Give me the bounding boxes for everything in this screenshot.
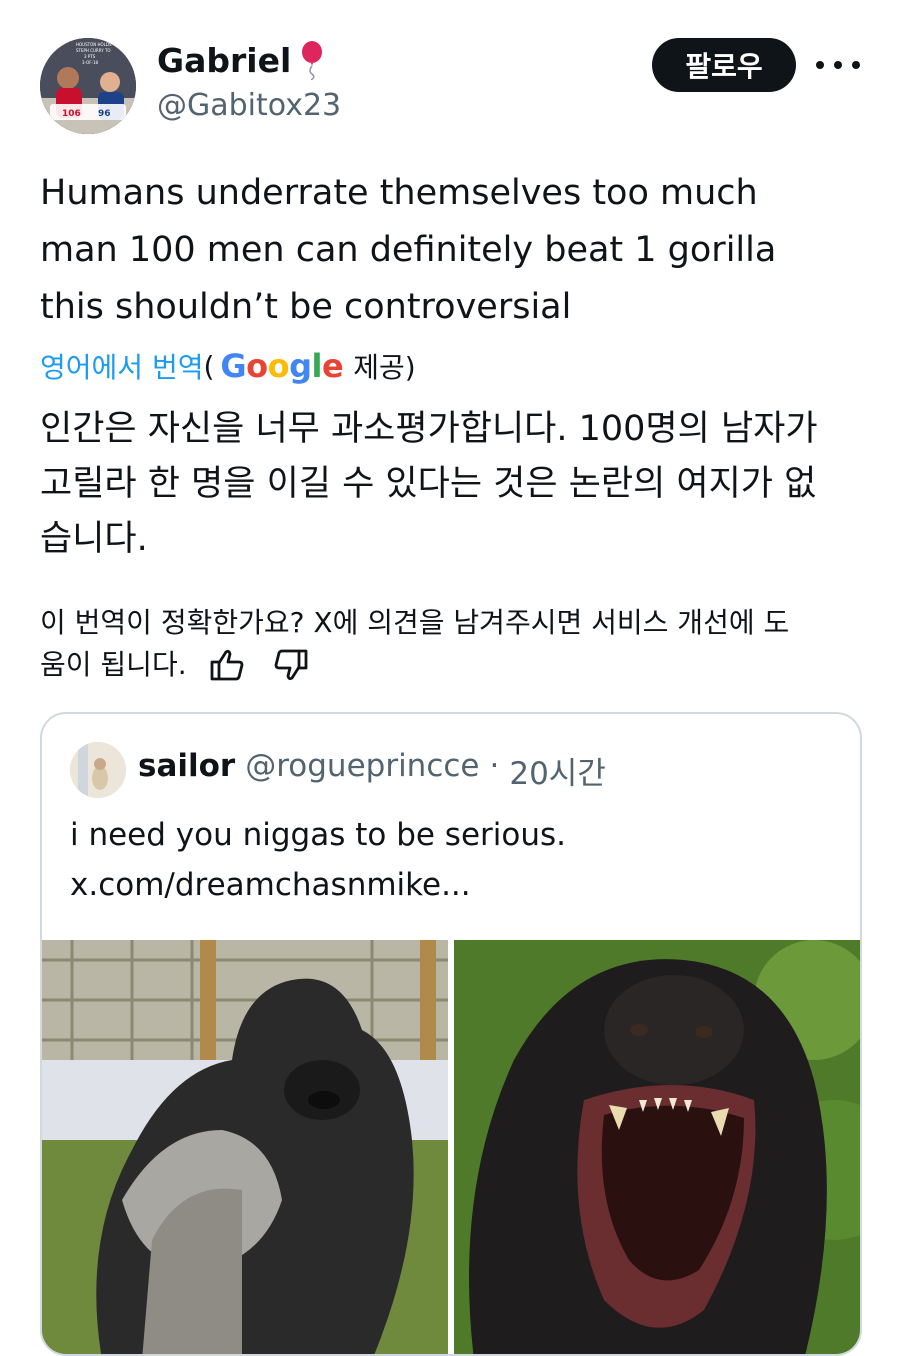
author-display-name[interactable]: Gabriel <box>157 41 291 80</box>
quoted-handle[interactable]: @rogueprincce <box>245 748 479 793</box>
translation-feedback: 이 번역이 정확한가요? X에 의견을 남겨주시면 서비스 개선에 도 움이 됩… <box>40 602 870 686</box>
avatar-score-right: 96 <box>98 109 111 119</box>
gorilla-standing-icon <box>42 940 448 1354</box>
tweet-text: Humans underrate themselves too much man… <box>40 165 860 336</box>
gorilla-standing-image[interactable] <box>42 940 448 1354</box>
balloon-icon <box>302 41 323 80</box>
translated-line: 습니다. <box>40 519 148 559</box>
tweet-line: this shouldn’t be controversial <box>40 287 572 327</box>
translated-text: 인간은 자신을 너무 과소평가합니다. 100명의 남자가 고릴라 한 명을 이… <box>40 402 870 567</box>
tweet-line: man 100 men can definitely beat 1 gorill… <box>40 230 777 270</box>
more-dot <box>834 61 842 69</box>
feedback-line: 이 번역이 정확한가요? X에 의견을 남겨주시면 서비스 개선에 도 <box>40 602 870 644</box>
translation-paren: ( <box>203 349 215 383</box>
quoted-line: i need you niggas to be serious. <box>70 817 566 853</box>
quoted-text: i need you niggas to be serious. x.com/d… <box>70 810 566 910</box>
translated-line: 인간은 자신을 너무 과소평가합니다. 100명의 남자가 <box>40 409 818 449</box>
quoted-display-name[interactable]: sailor <box>138 748 235 793</box>
feedback-text: 움이 됩니다. <box>40 648 187 681</box>
basketball-player-avatar-icon: 106 96 HOUSTON HOLDS STEPH CURRY TO 3 PT… <box>40 38 136 134</box>
avatar-score-left: 106 <box>62 109 81 119</box>
author-avatar[interactable]: 106 96 HOUSTON HOLDS STEPH CURRY TO 3 PT… <box>40 38 136 134</box>
translated-from-link[interactable]: 영어에서 번역 <box>40 346 203 386</box>
thumbs-down-icon[interactable] <box>273 648 309 682</box>
avatar-headline-3: 3 PTS <box>84 54 96 59</box>
gorilla-roaring-image[interactable] <box>454 940 860 1354</box>
more-horizontal-icon[interactable] <box>816 50 860 80</box>
avatar-headline-2: STEPH CURRY TO <box>76 48 111 53</box>
provided-by-label: 제공) <box>353 351 416 384</box>
quoted-header: sailor @rogueprincce · 20시간 <box>138 748 606 793</box>
quoted-line[interactable]: x.com/dreamchasnmike... <box>70 860 566 910</box>
sailor-avatar-icon <box>70 742 126 798</box>
separator-dot: · <box>489 748 500 784</box>
author-handle[interactable]: @Gabitox23 <box>157 88 341 123</box>
gorilla-roaring-icon <box>454 940 860 1354</box>
more-dot <box>852 61 860 69</box>
translation-source-row: 영어에서 번역 ( Google 제공) <box>40 346 416 386</box>
avatar-headline-1: HOUSTON HOLDS <box>76 42 112 47</box>
quoted-media <box>42 940 860 1354</box>
translated-line: 고릴라 한 명을 이길 수 있다는 것은 논란의 여지가 없 <box>40 464 817 504</box>
quoted-timestamp[interactable]: 20시간 <box>509 748 606 793</box>
avatar-headline-4: 3-OF-18 <box>82 60 99 65</box>
author-name-row[interactable]: Gabriel <box>157 40 325 80</box>
tweet-line: Humans underrate themselves too much <box>40 173 758 213</box>
feedback-line: 움이 됩니다. <box>40 644 870 686</box>
quoted-author-avatar[interactable] <box>70 742 126 798</box>
quoted-tweet-card[interactable]: sailor @rogueprincce · 20시간 i need you n… <box>40 712 862 1356</box>
follow-button[interactable]: 팔로우 <box>652 38 796 92</box>
feedback-text: 이 번역이 정확한가요? X에 의견을 남겨주시면 서비스 개선에 도 <box>40 606 790 639</box>
thumbs-up-icon[interactable] <box>209 648 245 682</box>
more-dot <box>816 61 824 69</box>
google-logo: Google <box>220 347 344 385</box>
